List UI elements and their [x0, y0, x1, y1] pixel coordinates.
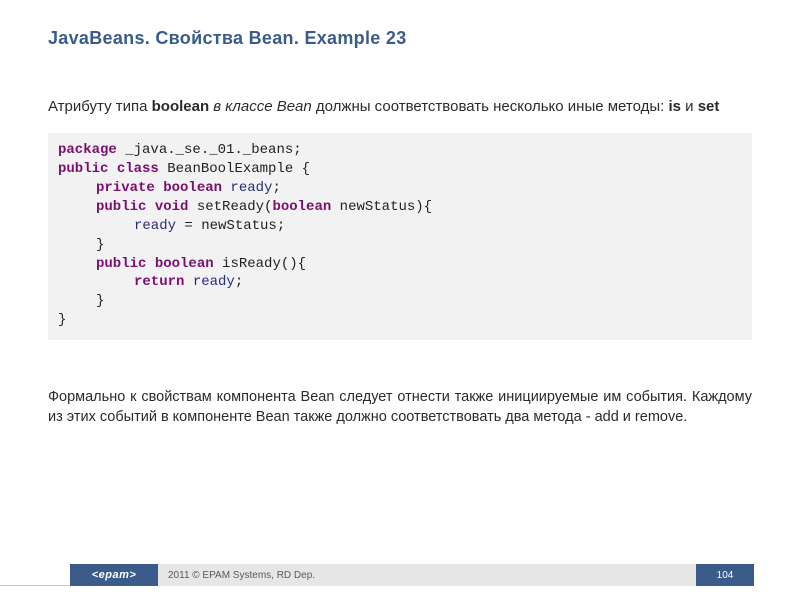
code-method: setReady( [188, 199, 272, 215]
code-kw: void [155, 199, 189, 215]
intro-italic: в классе Bean [209, 98, 312, 115]
outro-paragraph: Формально к свойствам компонента Bean сл… [48, 388, 752, 427]
code-kw: boolean [163, 180, 222, 196]
code-kw: public [96, 199, 146, 215]
code-brace: } [96, 293, 104, 309]
code-method: isReady(){ [214, 256, 306, 272]
code-kw: return [134, 274, 184, 290]
page-number: 104 [696, 564, 754, 586]
code-kw: boolean [155, 256, 214, 272]
intro-text: Атрибуту типа [48, 98, 152, 115]
epam-logo: <epam> [70, 564, 158, 586]
intro-set: set [698, 98, 720, 115]
code-brace: } [58, 312, 66, 328]
code-kw: private [96, 180, 155, 196]
intro-paragraph: Атрибуту типа boolean в классе Bean долж… [48, 97, 752, 117]
intro-text-2: должны соответствовать несколько иные ме… [312, 98, 669, 115]
code-var: ready [184, 274, 234, 290]
code-classname: BeanBoolExample [159, 161, 302, 177]
code-var: ready [134, 218, 176, 234]
footer-copyright: 2011 © EPAM Systems, RD Dep. [158, 564, 696, 586]
footer-gap [0, 564, 70, 586]
code-var: ready [222, 180, 272, 196]
slide-title: JavaBeans. Свойства Bean. Example 23 [48, 28, 752, 49]
code-brace: } [96, 237, 104, 253]
intro-is: is [668, 98, 681, 115]
code-kw: class [117, 161, 159, 177]
code-kw: public [96, 256, 146, 272]
intro-boolean: boolean [152, 98, 210, 115]
code-brace: { [302, 161, 310, 177]
intro-and: и [681, 98, 698, 115]
code-text: _java._se._01._beans; [117, 142, 302, 158]
code-text: = newStatus; [176, 218, 285, 234]
code-kw: package [58, 142, 117, 158]
footer-gap [754, 564, 800, 586]
code-semi: ; [235, 274, 243, 290]
code-kw: boolean [272, 199, 331, 215]
footer-bar: <epam> 2011 © EPAM Systems, RD Dep. 104 [0, 564, 800, 586]
code-block: package _java._se._01._beans; public cla… [48, 133, 752, 340]
code-kw: public [58, 161, 108, 177]
slide: JavaBeans. Свойства Bean. Example 23 Атр… [0, 0, 800, 600]
code-arg: newStatus){ [331, 199, 432, 215]
code-semi: ; [272, 180, 280, 196]
